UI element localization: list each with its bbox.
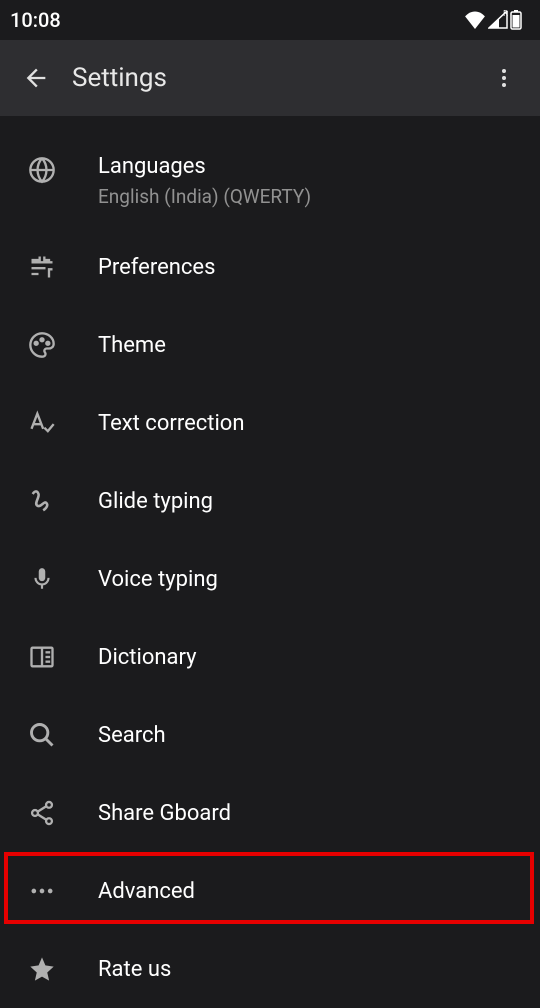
settings-list: Languages English (India) (QWERTY) Prefe… (0, 116, 540, 1008)
search-icon (26, 719, 58, 751)
item-title: Search (98, 723, 166, 748)
overflow-menu-button[interactable] (484, 58, 524, 98)
settings-item-preferences[interactable]: Preferences (0, 228, 540, 306)
text-correction-icon (26, 407, 58, 439)
settings-item-advanced[interactable]: Advanced (0, 852, 540, 930)
settings-item-dictionary[interactable]: Dictionary (0, 618, 540, 696)
settings-item-languages[interactable]: Languages English (India) (QWERTY) (0, 134, 540, 228)
back-button[interactable] (16, 58, 56, 98)
item-title: Glide typing (98, 489, 213, 514)
item-title: Languages (98, 154, 311, 179)
globe-icon (26, 154, 58, 186)
wifi-icon (464, 11, 486, 29)
item-title: Share Gboard (98, 801, 231, 826)
settings-item-glide-typing[interactable]: Glide typing (0, 462, 540, 540)
item-title: Dictionary (98, 645, 197, 670)
battery-icon (510, 10, 522, 30)
settings-item-search[interactable]: Search (0, 696, 540, 774)
settings-item-share-gboard[interactable]: Share Gboard (0, 774, 540, 852)
share-icon (26, 797, 58, 829)
settings-item-theme[interactable]: Theme (0, 306, 540, 384)
item-title: Advanced (98, 879, 195, 904)
star-icon (26, 953, 58, 985)
settings-item-voice-typing[interactable]: Voice typing (0, 540, 540, 618)
item-title: Rate us (98, 957, 171, 982)
signal-icon: R (488, 11, 508, 29)
gesture-icon (26, 485, 58, 517)
settings-item-rate-us[interactable]: Rate us (0, 930, 540, 1008)
settings-item-text-correction[interactable]: Text correction (0, 384, 540, 462)
item-title: Text correction (98, 411, 245, 436)
item-title: Theme (98, 333, 166, 358)
status-bar: 10:08 R (0, 0, 540, 40)
more-icon (26, 875, 58, 907)
item-title: Voice typing (98, 567, 218, 592)
tune-icon (26, 251, 58, 283)
status-time: 10:08 (10, 8, 61, 32)
status-icons: R (464, 10, 522, 30)
mic-icon (26, 563, 58, 595)
book-icon (26, 641, 58, 673)
app-bar: Settings (0, 40, 540, 116)
item-title: Preferences (98, 255, 215, 280)
palette-icon (26, 329, 58, 361)
app-title: Settings (72, 63, 484, 93)
item-subtitle: English (India) (QWERTY) (98, 185, 311, 208)
item-text: Languages English (India) (QWERTY) (98, 154, 311, 208)
